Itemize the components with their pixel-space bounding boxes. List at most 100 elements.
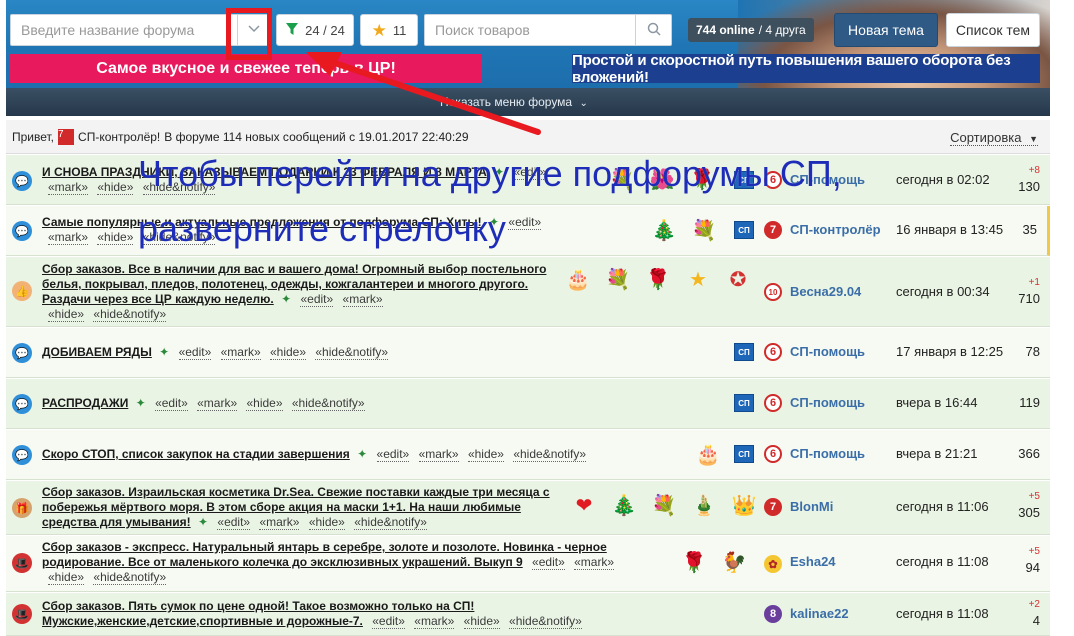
- mark-link[interactable]: «mark»: [418, 447, 459, 462]
- topic-date: сегодня в 02:02: [896, 172, 990, 187]
- forum-name-input[interactable]: Введите название форума: [10, 14, 238, 46]
- author-avatar-icon: 6: [764, 445, 782, 463]
- info-bar: Привет, 7 СП-контролёр! В форуме 114 нов…: [6, 120, 1050, 154]
- new-posts-count: +8: [1028, 165, 1040, 176]
- mark-link[interactable]: «mark»: [220, 345, 261, 360]
- mark-link[interactable]: «mark»: [414, 614, 455, 629]
- edit-link[interactable]: «edit»: [178, 345, 212, 360]
- star-icon: ★: [689, 268, 707, 291]
- mark-link[interactable]: «mark»: [197, 396, 238, 411]
- thumbs-up-icon: 👍: [12, 281, 32, 301]
- flowers-icon: 💐: [605, 268, 631, 291]
- topic-title[interactable]: Скоро СТОП, список закупок на стадии зав…: [42, 447, 350, 461]
- hide-link[interactable]: «hide»: [97, 230, 134, 245]
- topic-row[interactable]: 💬 РАСПРОДАЖИ ✦ «edit» «mark» «hide» «hid…: [6, 379, 1050, 429]
- topic-title[interactable]: Самые популярные и актуальные предложени…: [42, 215, 482, 229]
- hide-notify-link[interactable]: «hide&notify»: [509, 614, 582, 629]
- mark-link[interactable]: «mark»: [574, 555, 615, 570]
- topic-author[interactable]: СП-помощь: [790, 344, 865, 359]
- edit-link[interactable]: «edit»: [217, 515, 251, 530]
- topic-row[interactable]: 💬 И СНОВА ПРАЗДНИКИ, ЗАКАЗЫВАЕМ ПОДАРКИ …: [6, 155, 1050, 205]
- sort-dropdown[interactable]: Сортировка ▼: [950, 130, 1038, 146]
- favorites-button[interactable]: ★ 11: [360, 14, 418, 46]
- hide-link[interactable]: «hide»: [97, 180, 134, 195]
- topic-row[interactable]: 🎩 Сбор заказов - экспресс. Натуральный я…: [6, 536, 1050, 592]
- user-name[interactable]: СП-контролёр!: [78, 130, 160, 144]
- filter-button[interactable]: 24 / 24: [276, 14, 354, 46]
- speech-bubble-icon: 💬: [12, 171, 32, 191]
- promo-banner-right[interactable]: Простой и скоростной путь повышения ваше…: [572, 52, 1040, 86]
- topic-row[interactable]: 🎩 Сбор заказов. Пять сумок по цене одной…: [6, 593, 1050, 636]
- topic-author[interactable]: СП-помощь: [790, 172, 865, 187]
- greeting: Привет, 7 СП-контролёр! В форуме 114 нов…: [12, 129, 469, 145]
- topic-author[interactable]: СП-помощь: [790, 395, 865, 410]
- hide-notify-link[interactable]: «hide&notify»: [142, 180, 216, 195]
- search-button[interactable]: [636, 14, 672, 46]
- hide-notify-link[interactable]: «hide&notify»: [93, 570, 167, 585]
- pin-icon: ✦: [281, 292, 292, 306]
- edit-link[interactable]: «edit»: [508, 215, 542, 230]
- topic-title[interactable]: ДОБИВАЕМ РЯДЫ: [42, 345, 152, 359]
- topic-author[interactable]: СП-контролёр: [790, 222, 881, 237]
- edit-link[interactable]: «edit»: [372, 614, 405, 629]
- mark-link[interactable]: «mark»: [342, 292, 383, 307]
- mark-link[interactable]: «mark»: [259, 515, 300, 530]
- topic-author[interactable]: Весна29.04: [790, 284, 861, 299]
- hide-notify-link[interactable]: «hide&notify»: [291, 396, 365, 411]
- topic-date: вчера в 16:44: [896, 395, 978, 410]
- topic-row[interactable]: 👍 Сбор заказов. Все в наличии для вас и …: [6, 257, 1050, 327]
- author-avatar-icon: 7: [764, 221, 782, 239]
- topic-author[interactable]: Esha24: [790, 554, 836, 569]
- speech-bubble-icon: 💬: [12, 343, 32, 363]
- pin-icon: ✦: [494, 165, 505, 179]
- hide-link[interactable]: «hide»: [48, 307, 85, 322]
- topic-title[interactable]: Сбор заказов. Все в наличии для вас и ва…: [42, 262, 546, 306]
- hide-notify-link[interactable]: «hide&notify»: [93, 307, 167, 322]
- hide-link[interactable]: «hide»: [308, 515, 345, 530]
- edit-link[interactable]: «edit»: [513, 165, 547, 180]
- sp-badge-icon: СП: [734, 394, 754, 412]
- topic-row[interactable]: 💬 Самые популярные и актуальные предложе…: [6, 206, 1050, 256]
- hat-icon: 🎩: [12, 553, 32, 573]
- topic-title[interactable]: Сбор заказов - экспресс. Натуральный янт…: [42, 540, 607, 569]
- topic-author[interactable]: BlonMi: [790, 499, 833, 514]
- hide-link[interactable]: «hide»: [48, 570, 85, 585]
- tree-icon: 🎄: [611, 494, 637, 517]
- new-posts-count: +5: [1028, 491, 1040, 502]
- topic-list-button[interactable]: Список тем: [946, 13, 1040, 47]
- online-count: 744 online: [696, 23, 755, 37]
- edit-link[interactable]: «edit»: [300, 292, 334, 307]
- mark-link[interactable]: «mark»: [48, 180, 89, 195]
- topic-title[interactable]: И СНОВА ПРАЗДНИКИ, ЗАКАЗЫВАЕМ ПОДАРКИ К …: [42, 165, 487, 179]
- hide-link[interactable]: «hide»: [463, 614, 500, 629]
- topic-row[interactable]: 🎁 Сбор заказов. Израильская косметика Dr…: [6, 481, 1050, 535]
- rooster-icon: 🐓: [721, 551, 747, 574]
- hide-notify-link[interactable]: «hide&notify»: [513, 447, 587, 462]
- pin-icon: ✦: [198, 515, 209, 529]
- search-input[interactable]: Поиск товаров: [424, 14, 636, 46]
- new-posts-count: +1: [1028, 277, 1040, 288]
- topic-author[interactable]: kalinae22: [790, 606, 849, 621]
- topic-title[interactable]: Сбор заказов. Пять сумок по цене одной! …: [42, 599, 474, 628]
- new-topic-button[interactable]: Новая тема: [834, 13, 938, 47]
- mark-link[interactable]: «mark»: [48, 230, 89, 245]
- hide-link[interactable]: «hide»: [246, 396, 283, 411]
- new-messages-text: В форуме 114 новых сообщений с 19.01.201…: [164, 130, 469, 144]
- posts-count: 94: [1025, 560, 1040, 575]
- topic-row[interactable]: 💬 Скоро СТОП, список закупок на стадии з…: [6, 430, 1050, 480]
- edit-link[interactable]: «edit»: [532, 555, 565, 570]
- topic-row[interactable]: 💬 ДОБИВАЕМ РЯДЫ ✦ «edit» «mark» «hide» «…: [6, 328, 1050, 378]
- hide-notify-link[interactable]: «hide&notify»: [354, 515, 427, 530]
- edit-link[interactable]: «edit»: [376, 447, 410, 462]
- hide-link[interactable]: «hide»: [467, 447, 504, 462]
- hide-notify-link[interactable]: «hide&notify»: [315, 345, 389, 360]
- edit-link[interactable]: «edit»: [155, 396, 188, 411]
- online-badge[interactable]: 744 online / 4 друга: [688, 18, 814, 42]
- topic-title[interactable]: РАСПРОДАЖИ: [42, 396, 128, 410]
- show-forum-menu-link[interactable]: Показать меню форума ⌄: [440, 95, 588, 109]
- topic-author[interactable]: СП-помощь: [790, 446, 865, 461]
- speech-bubble-icon: 💬: [12, 394, 32, 414]
- hide-notify-link[interactable]: «hide&notify»: [142, 230, 216, 245]
- friends-count: / 4 друга: [758, 23, 806, 37]
- hide-link[interactable]: «hide»: [269, 345, 307, 360]
